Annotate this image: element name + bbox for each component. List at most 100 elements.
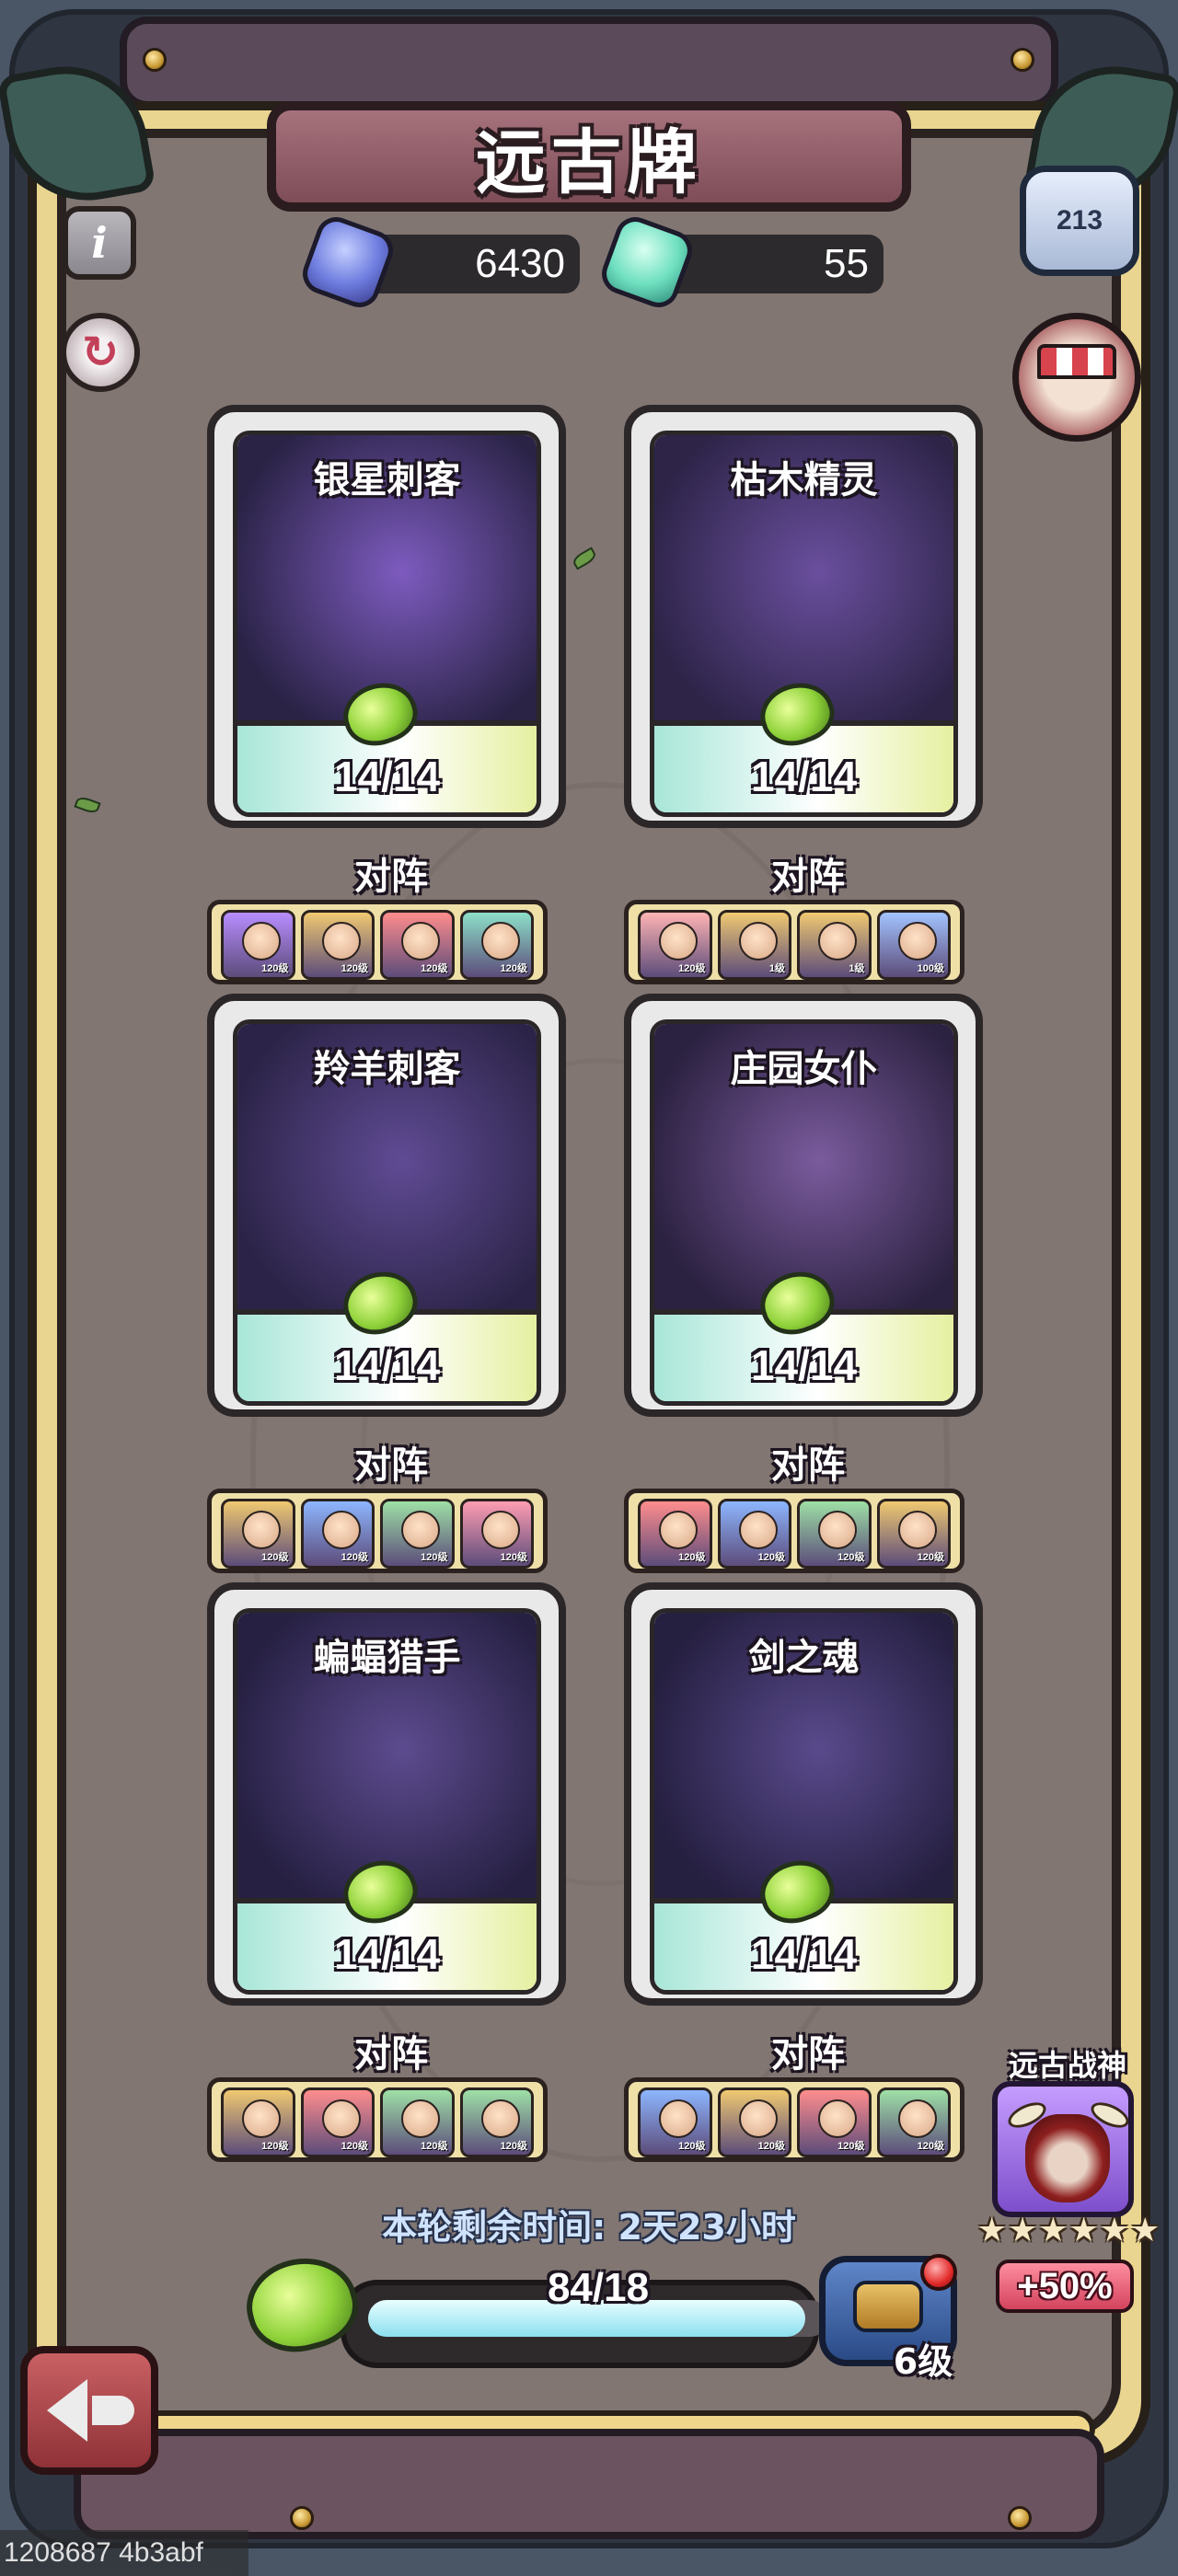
back-button[interactable] <box>20 2346 158 2475</box>
card-count: 14/14 <box>750 1930 858 1978</box>
hero-card[interactable]: 银星刺客 14/14 <box>207 405 566 828</box>
card-frame: 羚羊刺客 14/14 <box>233 1019 541 1406</box>
lineup-label: 对阵 <box>771 2033 845 2076</box>
page-title: 远古牌 <box>476 121 702 203</box>
lineup-row[interactable]: 120级 120级 120级 120级 <box>207 900 548 984</box>
card-count: 14/14 <box>750 753 858 800</box>
rivet <box>290 2506 314 2530</box>
refresh-icon: ↻ <box>81 327 120 378</box>
lineup-hero[interactable]: 120级 <box>638 2087 712 2157</box>
hero-avatar-icon <box>401 1511 440 1549</box>
lineup-hero[interactable]: 1级 <box>717 910 791 980</box>
hero-avatar-icon <box>818 922 857 960</box>
hero-level: 120级 <box>837 1552 865 1563</box>
hero-avatar-icon <box>897 2099 937 2138</box>
hero-level: 120级 <box>757 2141 785 2152</box>
star-icon: ★ <box>1099 2212 1130 2249</box>
hero-card[interactable]: 剑之魂 14/14 <box>624 1582 983 2006</box>
lineup-hero[interactable]: 120级 <box>797 2087 872 2157</box>
info-button[interactable]: i <box>63 206 136 280</box>
lineup-hero[interactable]: 120级 <box>459 2087 534 2157</box>
lineup-hero[interactable]: 120级 <box>876 2087 951 2157</box>
lineup-hero[interactable]: 1级 <box>797 910 872 980</box>
hero-level: 120级 <box>261 1552 289 1563</box>
lineup-hero[interactable]: 120级 <box>221 2087 295 2157</box>
hero-level: 120级 <box>261 963 289 974</box>
ranking-button[interactable]: 213 <box>1020 166 1139 276</box>
hero-card[interactable]: 蝙蝠猎手 14/14 <box>207 1582 566 2006</box>
lineup-hero[interactable]: 120级 <box>797 1499 872 1569</box>
lineup-hero[interactable]: 120级 <box>380 910 455 980</box>
lineup-hero[interactable]: 120级 <box>876 1499 951 1569</box>
hero-avatar-icon <box>321 922 361 960</box>
top-rail <box>120 17 1058 109</box>
hero-level: 120级 <box>500 963 527 974</box>
blue-currency-amount: 6430 <box>475 241 565 286</box>
hero-card[interactable]: 枯木精灵 14/14 <box>624 405 983 828</box>
hero-avatar-icon <box>480 922 520 960</box>
hero-level: 120级 <box>421 1552 448 1563</box>
lineup-hero[interactable]: 120级 <box>221 1499 295 1569</box>
card-frame: 庄园女仆 14/14 <box>650 1019 958 1406</box>
card-frame: 银星刺客 14/14 <box>233 431 541 817</box>
lineup-row[interactable]: 120级 120级 120级 120级 <box>624 1489 964 1573</box>
card-count: 14/14 <box>333 1341 441 1389</box>
chest-icon <box>853 2281 923 2332</box>
notification-dot <box>920 2254 957 2291</box>
title-plate: 远古牌 <box>267 101 911 212</box>
lineup-hero[interactable]: 120级 <box>717 1499 791 1569</box>
war-god-portrait[interactable] <box>992 2081 1134 2217</box>
hero-avatar-icon <box>738 2099 778 2138</box>
lineup-label: 对阵 <box>354 856 428 898</box>
lineup-hero[interactable]: 120级 <box>459 1499 534 1569</box>
hero-level: 120级 <box>341 1552 368 1563</box>
hero-level: 120级 <box>678 2141 706 2152</box>
hero-card[interactable]: 羚羊刺客 14/14 <box>207 994 566 1417</box>
lineup-label: 对阵 <box>354 1444 428 1487</box>
lineup-hero[interactable]: 120级 <box>300 2087 375 2157</box>
hero-avatar-icon <box>321 2099 361 2138</box>
lineup-hero[interactable]: 120级 <box>300 910 375 980</box>
info-icon: i <box>91 218 108 268</box>
hero-avatar-icon <box>659 1511 698 1549</box>
lineup-row[interactable]: 120级 120级 120级 120级 <box>624 2077 964 2162</box>
lineup-row[interactable]: 120级 120级 120级 120级 <box>207 2077 548 2162</box>
progress-text: 84/18 <box>547 2265 650 2310</box>
star-icon: ★ <box>1068 2212 1099 2249</box>
hero-level: 1级 <box>849 963 865 974</box>
back-arrow-icon <box>47 2379 87 2442</box>
bonus-badge: +50% <box>996 2260 1134 2313</box>
hero-level: 120级 <box>421 2141 448 2152</box>
hero-avatar-icon <box>818 2099 857 2138</box>
lineup-hero[interactable]: 120级 <box>300 1499 375 1569</box>
card-frame: 蝙蝠猎手 14/14 <box>233 1608 541 1995</box>
hero-avatar-icon <box>242 1511 281 1549</box>
lineup-row[interactable]: 120级 120级 120级 120级 <box>207 1489 548 1573</box>
hero-avatar-icon <box>480 2099 520 2138</box>
refresh-button[interactable]: ↻ <box>61 313 140 392</box>
hero-name: 庄园女仆 <box>730 1048 878 1090</box>
lineup-hero[interactable]: 100级 <box>876 910 951 980</box>
hero-name: 羚羊刺客 <box>313 1048 461 1090</box>
shop-icon <box>1037 344 1116 379</box>
lineup-label: 对阵 <box>771 856 845 898</box>
lineup-hero[interactable]: 120级 <box>221 910 295 980</box>
hero-level: 120级 <box>500 1552 527 1563</box>
shop-button[interactable] <box>1012 313 1141 442</box>
star-icon: ★ <box>1038 2212 1068 2249</box>
lineup-row[interactable]: 120级 1级 1级 100级 <box>624 900 964 984</box>
lineup-hero[interactable]: 120级 <box>380 2087 455 2157</box>
lineup-hero[interactable]: 120级 <box>717 2087 791 2157</box>
rivet <box>1011 48 1034 72</box>
lineup-hero[interactable]: 120级 <box>380 1499 455 1569</box>
level-text: 6级 <box>893 2341 953 2382</box>
hero-card[interactable]: 庄园女仆 14/14 <box>624 994 983 1417</box>
card-count: 14/14 <box>333 753 441 800</box>
lineup-hero[interactable]: 120级 <box>638 910 712 980</box>
card-count: 14/14 <box>750 1341 858 1389</box>
lineup-hero[interactable]: 120级 <box>459 910 534 980</box>
hero-avatar-icon <box>659 2099 698 2138</box>
hero-avatar-icon <box>659 922 698 960</box>
lineup-hero[interactable]: 120级 <box>638 1499 712 1569</box>
hero-level: 120级 <box>917 1552 944 1563</box>
